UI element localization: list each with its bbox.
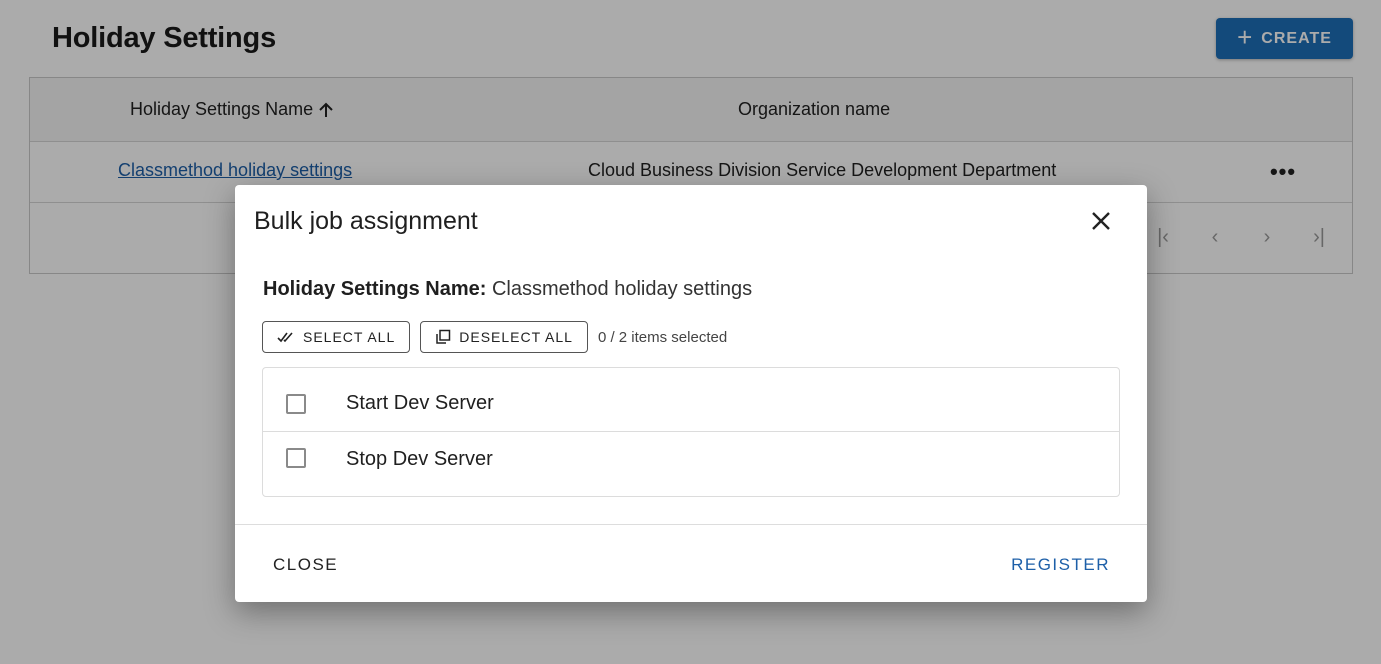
close-button[interactable]: CLOSE xyxy=(273,555,338,575)
holiday-settings-name-label: Holiday Settings Name: xyxy=(263,278,487,300)
selection-count: 0 / 2 items selected xyxy=(597,328,728,346)
copy-icon xyxy=(436,329,451,344)
double-check-icon xyxy=(277,332,293,343)
holiday-settings-name-value: Classmethod holiday settings xyxy=(491,278,753,300)
job-checkbox[interactable] xyxy=(286,448,306,468)
deselect-all-label: DESELECT ALL xyxy=(459,329,573,345)
bulk-job-assignment-dialog: Bulk job assignment Holiday Settings Nam… xyxy=(235,185,1147,602)
holiday-settings-name-field: Holiday Settings Name: Classmethod holid… xyxy=(263,278,752,301)
dialog-footer: CLOSE REGISTER xyxy=(235,524,1147,602)
list-item[interactable]: Stop Dev Server xyxy=(263,432,1119,496)
job-label: Start Dev Server xyxy=(346,392,494,414)
deselect-all-button[interactable]: DESELECT ALL xyxy=(420,321,588,353)
select-all-button[interactable]: SELECT ALL xyxy=(262,321,411,353)
close-icon[interactable] xyxy=(1087,207,1115,235)
job-checkbox[interactable] xyxy=(286,394,306,414)
job-label: Stop Dev Server xyxy=(346,448,493,470)
register-button[interactable]: REGISTER xyxy=(1011,555,1110,575)
selection-toolbar: SELECT ALL DESELECT ALL 0 / 2 items sele… xyxy=(262,321,727,353)
job-list: Start Dev Server Stop Dev Server xyxy=(262,367,1120,497)
dialog-title: Bulk job assignment xyxy=(254,207,478,235)
select-all-label: SELECT ALL xyxy=(303,329,396,345)
list-item[interactable]: Start Dev Server xyxy=(263,368,1119,432)
